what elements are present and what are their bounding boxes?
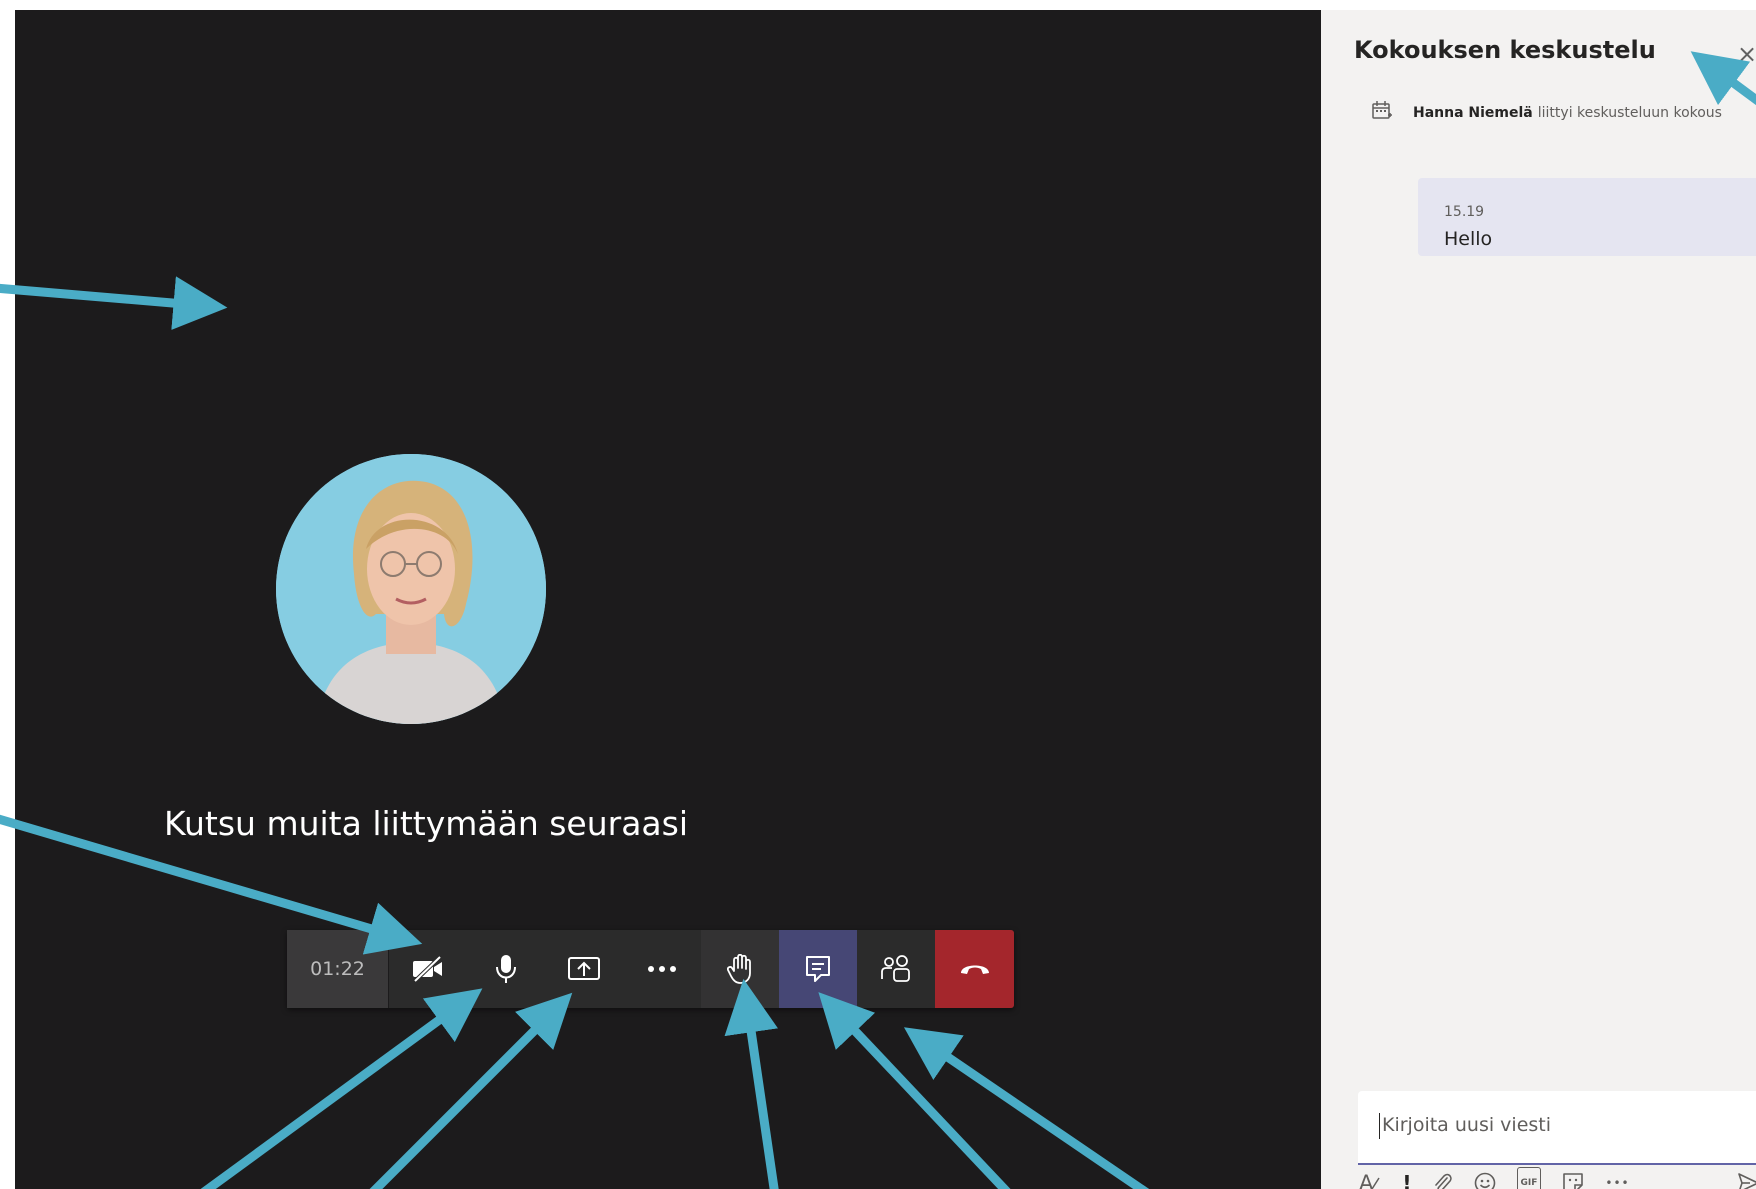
annotation-arrow-chat [818, 992, 1011, 1189]
annotation-arrows [0, 51, 1756, 1189]
annotation-arrow-participants [903, 1027, 1150, 1189]
annotation-arrow-mic [200, 988, 483, 1189]
annotation-arrow-share [369, 992, 573, 1189]
annotation-arrow-camera [0, 814, 423, 955]
annotation-arrow-raise-hand [724, 978, 779, 1189]
annotation-arrow-close-chat [1690, 51, 1756, 106]
annotation-arrow-stage [0, 276, 228, 331]
